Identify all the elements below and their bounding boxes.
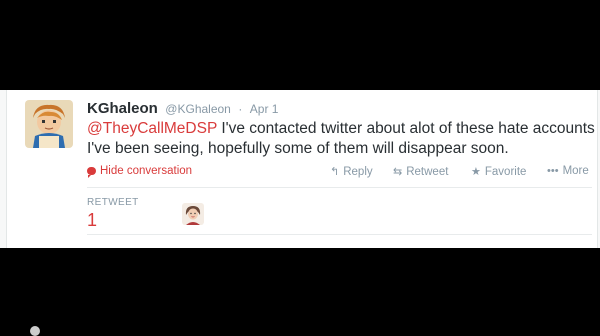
tweet-date[interactable]: Apr 1	[250, 102, 279, 116]
tweet-container: KGhaleon @KGhaleon · Apr 1 @TheyCallMeDS…	[6, 90, 598, 248]
star-icon: ★	[471, 166, 481, 178]
retweet-stat-label: RETWEET	[87, 197, 139, 208]
hide-conversation-button[interactable]: Hide conversation	[87, 165, 193, 178]
video-control-icon[interactable]	[30, 326, 40, 336]
speech-bubble-icon	[87, 167, 96, 178]
mention-link[interactable]: @TheyCallMeDSP	[87, 120, 217, 137]
reply-button[interactable]: ↰ Reply	[330, 165, 373, 179]
reply-label: Reply	[343, 165, 373, 178]
retweet-label: Retweet	[406, 165, 449, 178]
tweet-card: KGhaleon @KGhaleon · Apr 1 @TheyCallMeDS…	[0, 90, 600, 248]
header-separator: ·	[238, 102, 243, 116]
favorite-button[interactable]: ★ Favorite	[471, 165, 527, 179]
retweet-button[interactable]: ⇆ Retweet	[393, 165, 449, 179]
retweeter-avatar[interactable]	[182, 203, 204, 225]
favorite-label: Favorite	[484, 165, 527, 178]
hide-conversation-label: Hide conversation	[100, 165, 193, 177]
more-label: More	[562, 165, 589, 177]
ellipsis-icon: •••	[547, 165, 559, 177]
more-button[interactable]: ••• More	[547, 165, 589, 177]
bottom-divider	[87, 234, 592, 235]
reply-icon: ↰	[330, 166, 340, 178]
tweet-actions: Hide conversation ↰ Reply ⇆ Retweet ★ Fa…	[87, 165, 597, 179]
author-avatar[interactable]	[25, 100, 73, 148]
author-name[interactable]: KGhaleon	[87, 100, 158, 117]
stats-divider	[87, 187, 592, 188]
retweet-icon: ⇆	[393, 166, 403, 178]
tweet-header: KGhaleon @KGhaleon · Apr 1	[87, 100, 278, 118]
tweet-text: @TheyCallMeDSP I've contacted twitter ab…	[87, 119, 597, 159]
author-handle[interactable]: @KGhaleon	[165, 102, 231, 116]
retweet-count[interactable]: 1	[87, 210, 97, 231]
